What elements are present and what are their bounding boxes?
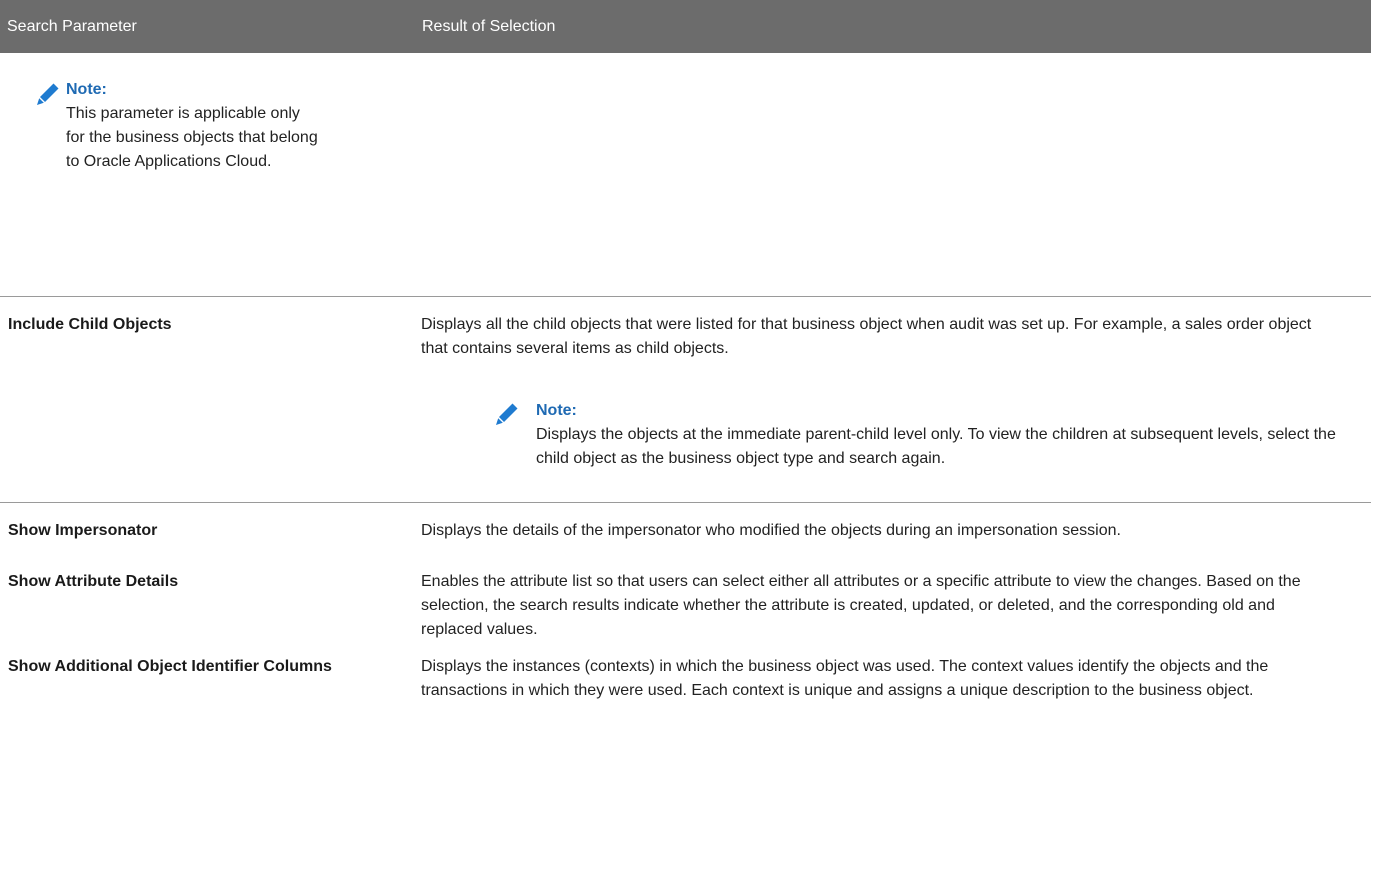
parameter-name: Show Impersonator	[8, 522, 158, 539]
result-description: Enables the attribute list so that users…	[421, 573, 1301, 638]
continued-result-cell	[411, 53, 1371, 297]
result-description: Displays all the child objects that were…	[421, 316, 1312, 357]
note-title: Note:	[66, 81, 107, 98]
parameter-cell: Show Additional Object Identifier Column…	[0, 642, 411, 758]
result-cell: Displays the instances (contexts) in whi…	[411, 642, 1371, 758]
search-parameters-table: Search Parameter Result of Selection Not…	[0, 0, 1371, 758]
parameter-cell: Show Impersonator	[0, 502, 411, 557]
parameter-name: Show Additional Object Identifier Column…	[8, 658, 332, 675]
header-search-parameter: Search Parameter	[0, 0, 411, 53]
table-row: Show Additional Object Identifier Column…	[0, 642, 1371, 758]
result-description: Displays the details of the impersonator…	[421, 522, 1121, 539]
header-row: Search Parameter Result of Selection	[0, 0, 1371, 53]
table-row-continued: Note: This parameter is applicable only …	[0, 53, 1371, 297]
parameter-cell: Include Child Objects	[0, 296, 411, 503]
note-callout: Note: This parameter is applicable only …	[35, 53, 411, 174]
note-body: Displays the objects at the immediate pa…	[536, 426, 1336, 467]
parameter-name: Include Child Objects	[8, 316, 172, 333]
pencil-icon	[35, 81, 61, 107]
result-cell: Displays all the child objects that were…	[411, 296, 1371, 503]
table-row: Include Child Objects Displays all the c…	[0, 296, 1371, 503]
parameter-cell: Show Attribute Details	[0, 557, 411, 642]
result-description: Displays the instances (contexts) in whi…	[421, 658, 1269, 699]
table-header: Search Parameter Result of Selection	[0, 0, 1371, 53]
result-cell: Enables the attribute list so that users…	[411, 557, 1371, 642]
header-result-of-selection: Result of Selection	[411, 0, 1371, 53]
table-row: Show Attribute Details Enables the attri…	[0, 557, 1371, 642]
table-row: Show Impersonator Displays the details o…	[0, 502, 1371, 557]
pencil-icon	[494, 401, 520, 427]
note-body: This parameter is applicable only for th…	[66, 105, 318, 170]
note-title: Note:	[536, 402, 577, 419]
result-cell: Displays the details of the impersonator…	[411, 502, 1371, 557]
note-callout: Note: Displays the objects at the immedi…	[494, 399, 1371, 471]
parameter-name: Show Attribute Details	[8, 573, 179, 590]
continued-parameter-cell: Note: This parameter is applicable only …	[0, 53, 411, 297]
